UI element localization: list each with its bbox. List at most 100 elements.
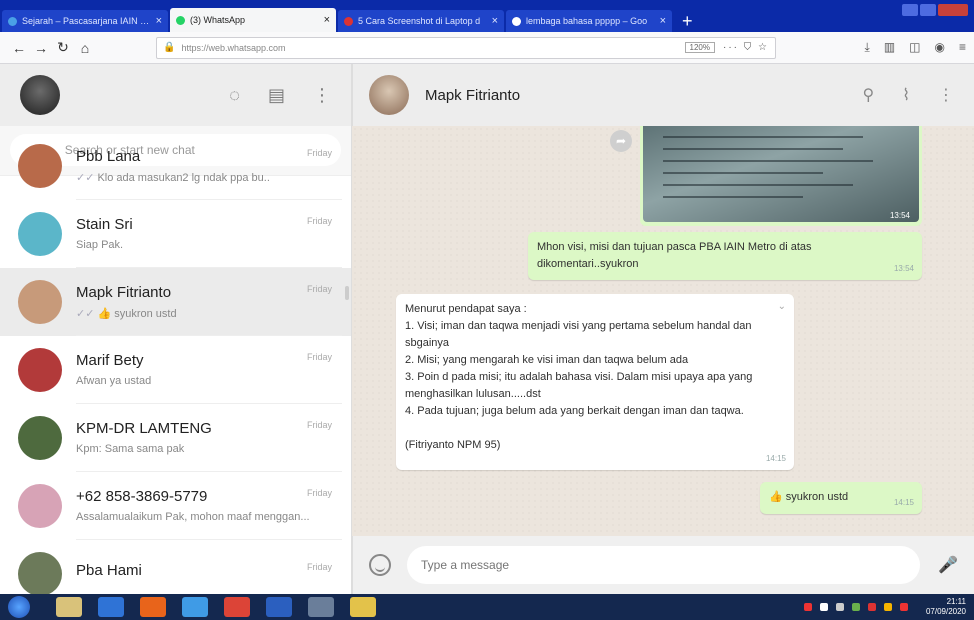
tray-icon[interactable] (883, 603, 892, 611)
chevron-down-icon[interactable]: ⌄ (778, 298, 786, 315)
sidebar-icon[interactable]: ◫ (909, 40, 920, 55)
message-time: 13:54 (893, 264, 914, 273)
url-bar[interactable]: 🔒 https://web.whatsapp.com 120% ··· ⛉ ☆ (156, 36, 776, 59)
chat-list-item[interactable]: Mapk Fitrianto Friday ✓✓ 👍 syukron ustd (0, 268, 351, 336)
chat-last-message: Kpm: Sama sama pak (76, 443, 185, 455)
contact-avatar[interactable] (369, 75, 409, 115)
chat-list-item[interactable]: +62 858-3869-5779 Friday Assalamualaikum P… (0, 472, 351, 540)
message-line: (Fitriyanto NPM 95) (405, 439, 501, 451)
tray-icon[interactable] (803, 603, 812, 611)
taskbar-app-icon[interactable] (182, 597, 208, 617)
image-thumbnail[interactable] (643, 126, 919, 222)
message-area: ➦ 13:54 Mhon visi, misi dan tujuan pasca… (352, 126, 974, 536)
forward-icon[interactable]: → (30, 40, 52, 56)
url-text[interactable]: https://web.whatsapp.com (181, 43, 684, 53)
tab-title: lembaga bahasa ppppp – Goo (526, 16, 648, 26)
chat-name: Pba Hami (76, 562, 142, 579)
chat-list-item[interactable]: Pba Hami Friday (0, 540, 351, 594)
browser-tab[interactable]: Sejarah – Pascasarjana IAIN Me × (2, 10, 168, 32)
zoom-level[interactable]: 120% (684, 42, 715, 53)
browser-tab[interactable]: 5 Cara Screenshot di Laptop d × (338, 10, 504, 32)
microphone-icon[interactable]: 🎤 (938, 555, 958, 575)
taskbar-app-icon[interactable] (350, 597, 376, 617)
profile-avatar[interactable] (20, 75, 60, 115)
back-icon[interactable]: ← (8, 40, 30, 56)
message-text: Menurut pendapat saya : 1. Visi; iman dan… (405, 301, 785, 454)
tab-title: Sejarah – Pascasarjana IAIN Me (22, 16, 150, 26)
page-actions-icon[interactable]: ··· ⛉ ☆ (723, 42, 769, 53)
menu-dots-icon[interactable]: ⋮ (313, 85, 331, 106)
chat-time: Friday (306, 352, 332, 362)
browser-nav-bar: ← → ↻ ⌂ 🔒 https://web.whatsapp.com 120% … (0, 32, 974, 64)
chat-avatar (18, 280, 62, 324)
maximize-button[interactable] (920, 4, 936, 16)
home-icon[interactable]: ⌂ (74, 40, 96, 56)
tab-favicon-icon (512, 16, 521, 26)
tab-title: 5 Cara Screenshot di Laptop d (358, 16, 481, 26)
tab-favicon-icon (344, 16, 353, 26)
reload-icon[interactable]: ↻ (52, 39, 74, 56)
taskbar-app-icon[interactable] (56, 597, 82, 617)
chat-avatar (18, 348, 62, 392)
close-window-button[interactable] (938, 4, 968, 16)
status-icon[interactable]: ◌ (229, 85, 240, 106)
start-button[interactable] (8, 596, 30, 618)
chat-avatar (18, 552, 62, 594)
tray-icon[interactable] (867, 603, 876, 611)
close-tab-icon[interactable]: × (492, 15, 498, 27)
tray-icon[interactable] (899, 603, 908, 611)
chat-last-message: Klo ada masukan2 lg ndak ppa bu.. (97, 171, 270, 184)
chat-list-item[interactable]: Stain Sri Friday Siap Pak. (0, 200, 351, 268)
chat-list-item[interactable]: KPM-DR LAMTENG Friday Kpm: Sama sama pak (0, 404, 351, 472)
close-tab-icon[interactable]: × (156, 15, 162, 27)
tray-icon[interactable] (819, 603, 828, 611)
outgoing-message[interactable]: 👍 syukron ustd 14:15 (760, 482, 922, 514)
browser-tab[interactable]: lembaga bahasa ppppp – Goo × (506, 10, 672, 32)
library-icon[interactable]: ▥ (884, 40, 895, 55)
taskbar-app-icon[interactable] (98, 597, 124, 617)
close-tab-icon[interactable]: × (324, 14, 330, 26)
outgoing-message[interactable]: Mhon visi, misi dan tujuan pasca PBA IAI… (528, 232, 922, 280)
chat-time: Friday (306, 420, 332, 430)
close-tab-icon[interactable]: × (660, 15, 666, 27)
message-text: Mhon visi, misi dan tujuan pasca PBA IAI… (537, 241, 812, 270)
contact-name[interactable]: Mapk Fitrianto (425, 87, 862, 104)
new-tab-button[interactable]: + (674, 10, 701, 32)
chat-name: Stain Sri (76, 216, 133, 233)
chat-list-scrollbar[interactable] (345, 286, 349, 300)
double-check-icon: ✓✓ (76, 307, 95, 320)
taskbar-app-icon[interactable] (140, 597, 166, 617)
menu-dots-icon[interactable]: ⋮ (938, 85, 954, 105)
message-text: syukron ustd (785, 491, 849, 503)
message-time: 14:15 (893, 498, 914, 507)
menu-icon[interactable]: ≡ (959, 40, 966, 55)
message-line: 4. Pada tujuan; juga belum ada yang berk… (405, 405, 744, 417)
taskbar-app-icon[interactable] (224, 597, 250, 617)
taskbar-app-icon[interactable] (308, 597, 334, 617)
minimize-button[interactable] (902, 4, 918, 16)
system-tray: 21:11 07/09/2020 (803, 597, 966, 617)
message-line: 2. Misi; yang mengarah ke visi iman dan … (405, 354, 689, 366)
chat-time: Friday (306, 562, 332, 572)
taskbar-app-icon[interactable] (266, 597, 292, 617)
chat-list-item[interactable]: Marif Bety Friday Afwan ya ustad (0, 336, 351, 404)
tray-icon[interactable] (835, 603, 844, 611)
new-chat-icon[interactable]: ▤ (268, 85, 285, 106)
image-message[interactable]: 13:54 (640, 126, 922, 226)
incoming-message[interactable]: ⌄ Menurut pendapat saya : 1. Visi; iman d… (396, 294, 794, 470)
chat-last-message: Assalamualaikum Pak, mohon maaf menggan.… (76, 511, 310, 523)
extension-icon[interactable]: ◉ (935, 40, 945, 55)
emoji-icon[interactable] (369, 554, 391, 576)
chat-avatar (18, 484, 62, 528)
search-messages-icon[interactable]: ⚲ (862, 85, 874, 105)
chat-avatar (18, 144, 62, 188)
chat-name: +62 858-3869-5779 (76, 488, 208, 505)
tray-icon[interactable] (851, 603, 860, 611)
forward-icon[interactable]: ➦ (610, 130, 632, 152)
message-input[interactable] (407, 546, 921, 584)
attach-icon[interactable]: ⌇ (902, 85, 910, 105)
download-icon[interactable]: ⤓ (865, 40, 870, 55)
browser-tab[interactable]: (3) WhatsApp × (170, 8, 336, 32)
clock[interactable]: 21:11 07/09/2020 (926, 597, 966, 617)
chat-list-item[interactable]: Pbb Lana Friday ✓✓ Klo ada masukan2 lg ndak… (0, 132, 351, 200)
